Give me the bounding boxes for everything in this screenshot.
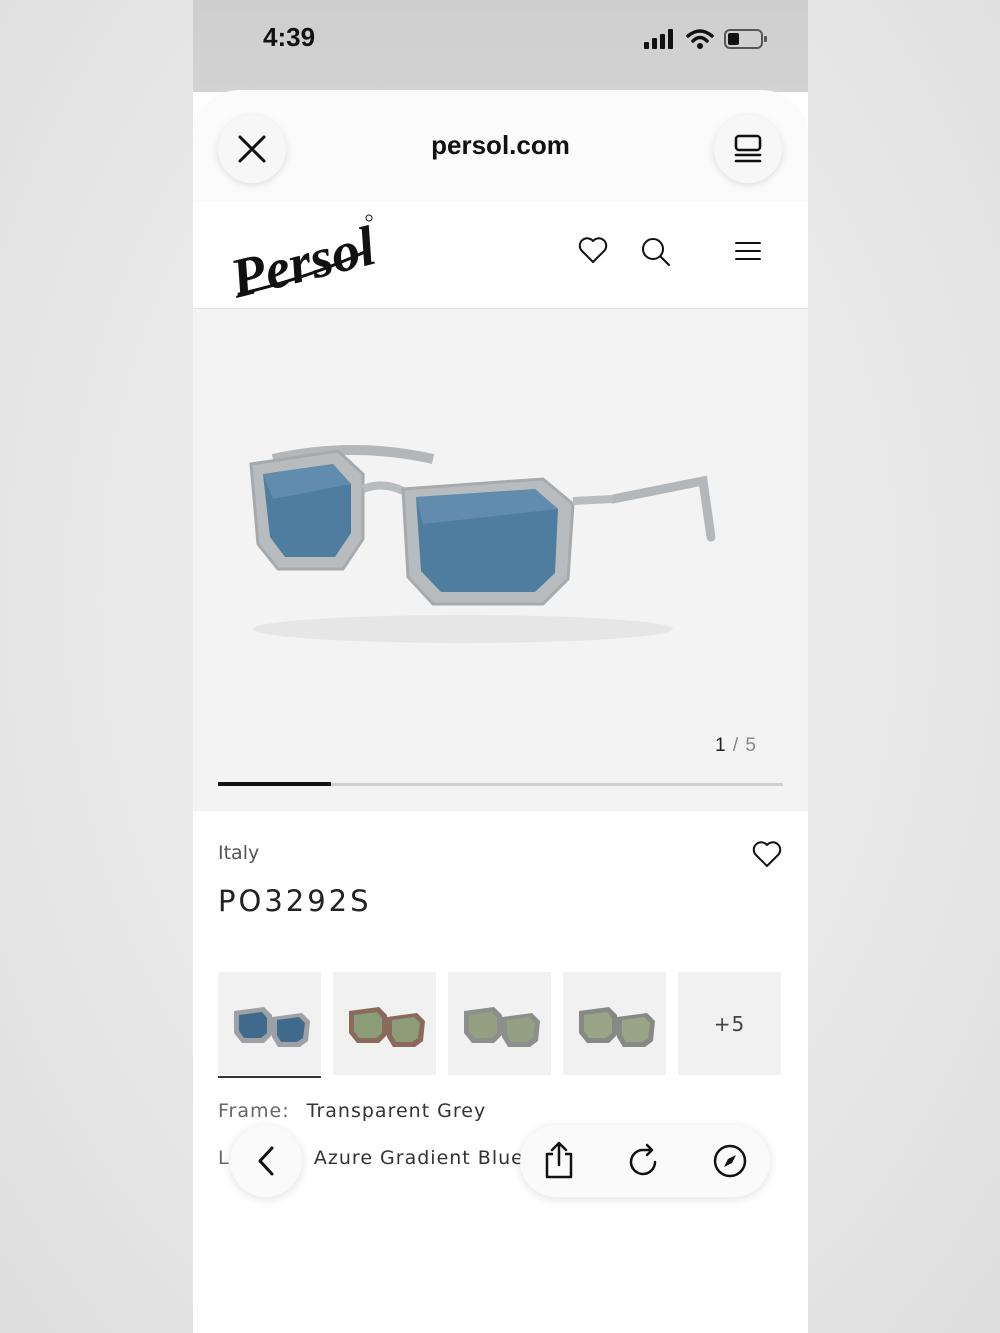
counter-separator: / (732, 735, 740, 756)
back-icon (258, 1146, 274, 1176)
gallery-progress-track (218, 782, 783, 786)
wishlist-icon[interactable] (578, 236, 608, 264)
share-icon[interactable] (543, 1140, 575, 1180)
more-variants-button[interactable]: +5 (678, 972, 781, 1075)
counter-current: 1 (715, 735, 727, 756)
counter-total: 5 (745, 735, 757, 756)
status-icons (644, 28, 768, 50)
image-counter: 1 / 5 (715, 735, 757, 757)
persol-logo[interactable]: Persol (229, 208, 379, 300)
compass-icon[interactable] (712, 1143, 748, 1179)
lenses-value: Azure Gradient Blue (313, 1147, 524, 1169)
color-variants: +5 (218, 972, 781, 1078)
product-gallery[interactable]: 1 / 5 (193, 309, 808, 811)
status-bar: 4:39 (193, 0, 808, 92)
site-header: Persol (193, 202, 808, 309)
product-info: Italy PO3292S +5 Frame: Transparent Grey… (193, 812, 808, 1333)
product-image (249, 445, 716, 643)
variant-grey-green-image-2 (578, 1006, 655, 1047)
battery-icon (724, 29, 767, 49)
variant-swatch[interactable] (448, 972, 551, 1075)
variant-swatch[interactable] (563, 972, 666, 1075)
variant-swatch[interactable] (218, 972, 321, 1078)
url-bar: persol.com (193, 90, 808, 202)
variant-blue-image (233, 1006, 310, 1047)
more-variants-count: +5 (713, 1011, 746, 1036)
reload-icon[interactable] (627, 1143, 661, 1179)
frame-value: Transparent Grey (306, 1100, 487, 1122)
product-model: PO3292S (218, 884, 372, 918)
add-to-wishlist-icon[interactable] (752, 840, 782, 868)
tab-overview-button[interactable] (714, 115, 782, 183)
wifi-icon (686, 29, 714, 49)
frame-label: Frame: (218, 1100, 290, 1122)
logo-wordmark: Persol (229, 215, 379, 300)
tab-overview-icon (734, 134, 762, 163)
search-icon[interactable] (640, 236, 672, 268)
variant-swatch[interactable] (333, 972, 436, 1075)
phone-screen: 4:39 persol.com Persol 1 / 5 Italy PO329… (193, 0, 808, 1333)
gallery-progress-fill (218, 782, 331, 786)
variant-havana-image (348, 1006, 425, 1047)
signal-icon (644, 29, 673, 49)
menu-icon[interactable] (734, 240, 762, 262)
browser-toolbar (520, 1125, 770, 1197)
back-button[interactable] (230, 1125, 302, 1197)
product-origin: Italy (218, 842, 260, 864)
variant-grey-green-image (463, 1006, 540, 1047)
status-time: 4:39 (263, 22, 316, 52)
frame-spec: Frame: Transparent Grey (218, 1100, 486, 1122)
